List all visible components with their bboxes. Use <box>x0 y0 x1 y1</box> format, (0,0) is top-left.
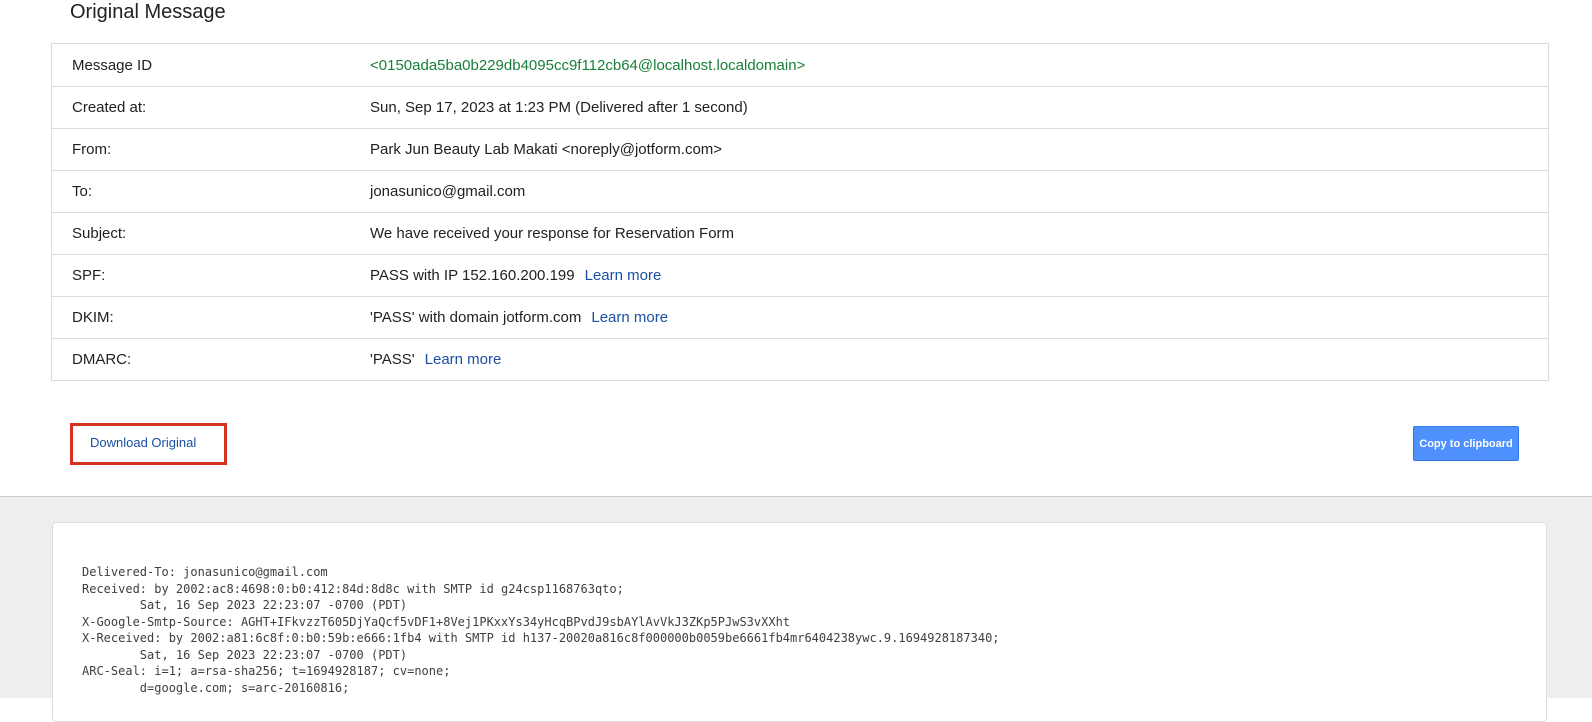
dkim-learn-more-link[interactable]: Learn more <box>591 309 668 326</box>
raw-message-text: Delivered-To: jonasunico@gmail.com Recei… <box>82 564 1000 696</box>
download-highlight-box: Download Original <box>70 423 227 465</box>
table-row-dmarc: DMARC: 'PASS' Learn more <box>52 338 1548 380</box>
dmarc-value: 'PASS' <box>370 351 415 368</box>
raw-line: d=google.com; s=arc-20160816; <box>82 680 350 695</box>
message-details-panel: Original Message Message ID <0150ada5ba0… <box>0 0 1592 496</box>
table-row-spf: SPF: PASS with IP 152.160.200.199 Learn … <box>52 254 1548 296</box>
raw-line: ARC-Seal: i=1; a=rsa-sha256; t=169492818… <box>82 664 451 678</box>
spf-value-group: PASS with IP 152.160.200.199 Learn more <box>370 267 661 284</box>
spf-learn-more-link[interactable]: Learn more <box>585 267 662 284</box>
table-row-created-at: Created at: Sun, Sep 17, 2023 at 1:23 PM… <box>52 86 1548 128</box>
table-row-subject: Subject: We have received your response … <box>52 212 1548 254</box>
details-table: Message ID <0150ada5ba0b229db4095cc9f112… <box>51 43 1549 381</box>
dmarc-value-group: 'PASS' Learn more <box>370 351 501 368</box>
raw-line: Sat, 16 Sep 2023 22:23:07 -0700 (PDT) <box>82 647 408 662</box>
table-row-message-id: Message ID <0150ada5ba0b229db4095cc9f112… <box>52 44 1548 86</box>
subject-label: Subject: <box>72 225 127 242</box>
from-label: From: <box>72 141 112 158</box>
table-row-to: To: jonasunico@gmail.com <box>52 170 1548 212</box>
dmarc-label: DMARC: <box>72 351 132 368</box>
to-label: To: <box>72 183 93 200</box>
subject-value: We have received your response for Reser… <box>370 225 735 242</box>
dkim-label: DKIM: <box>72 309 114 326</box>
message-id-label: Message ID <box>72 56 153 74</box>
download-original-link[interactable]: Download Original <box>90 435 196 450</box>
dkim-value: 'PASS' with domain jotform.com <box>370 309 582 326</box>
raw-line: Sat, 16 Sep 2023 22:23:07 -0700 (PDT) <box>82 598 408 612</box>
raw-line: Delivered-To: jonasunico@gmail.com <box>82 565 328 579</box>
from-value: Park Jun Beauty Lab Makati <noreply@jotf… <box>370 141 723 158</box>
message-id-value: <0150ada5ba0b229db4095cc9f112cb64@localh… <box>370 56 806 74</box>
dkim-value-group: 'PASS' with domain jotform.com Learn mor… <box>370 309 668 326</box>
page-title: Original Message <box>70 1 226 23</box>
raw-message-card: Delivered-To: jonasunico@gmail.com Recei… <box>52 522 1547 722</box>
dmarc-learn-more-link[interactable]: Learn more <box>425 351 502 368</box>
created-at-label: Created at: <box>72 99 147 116</box>
raw-message-section: Delivered-To: jonasunico@gmail.com Recei… <box>0 496 1592 722</box>
table-row-dkim: DKIM: 'PASS' with domain jotform.com Lea… <box>52 296 1548 338</box>
raw-line: Received: by 2002:ac8:4698:0:b0:412:84d:… <box>82 581 624 596</box>
raw-line: X-Received: by 2002:a81:6c8f:0:b0:59b:e6… <box>82 631 1000 645</box>
to-value: jonasunico@gmail.com <box>370 183 526 200</box>
created-at-value: Sun, Sep 17, 2023 at 1:23 PM (Delivered … <box>370 99 748 116</box>
spf-value: PASS with IP 152.160.200.199 <box>370 267 575 284</box>
copy-to-clipboard-button[interactable]: Copy to clipboard <box>1413 426 1519 461</box>
spf-label: SPF: <box>72 267 106 284</box>
raw-line: X-Google-Smtp-Source: AGHT+IFkvzzT605DjY… <box>82 614 791 629</box>
table-row-from: From: Park Jun Beauty Lab Makati <norepl… <box>52 128 1548 170</box>
